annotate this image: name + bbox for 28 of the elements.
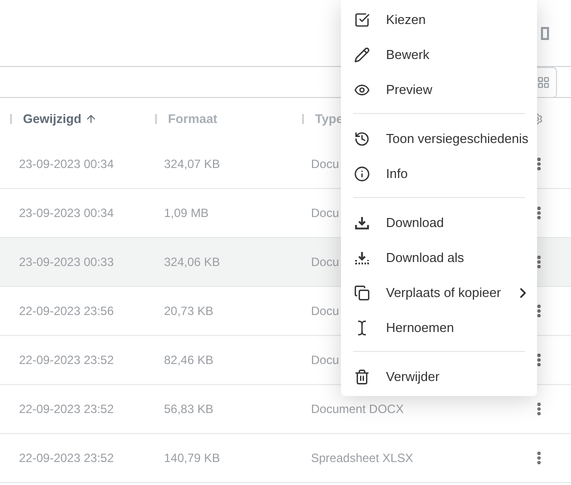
menu-item[interactable]: Bewerk <box>341 37 537 72</box>
table-cell: 56,83 KB <box>164 402 214 416</box>
menu-item[interactable]: Info <box>341 156 537 191</box>
table-cell: 23-09-2023 00:34 <box>19 206 114 220</box>
table-cell: 324,06 KB <box>164 255 220 269</box>
table-cell: Spreadsheet XLSX <box>311 451 414 465</box>
table-cell: 22-09-2023 23:52 <box>19 353 114 367</box>
table-cell: Document DOCX <box>311 402 404 416</box>
menu-item[interactable]: Kiezen <box>341 2 537 37</box>
table-cell: 324,07 KB <box>164 157 220 171</box>
table-cell: 23-09-2023 00:34 <box>19 157 114 171</box>
table-cell: 1,09 MB <box>164 206 209 220</box>
table-cell: 20,73 KB <box>164 304 214 318</box>
table-cell: 23-09-2023 00:33 <box>19 255 114 269</box>
table-cell: 22-09-2023 23:52 <box>19 451 114 465</box>
table-cell: Docu <box>311 206 340 220</box>
table-cell: 82,46 KB <box>164 353 214 367</box>
menu-item[interactable]: Download <box>341 205 537 240</box>
menu-item[interactable]: Preview <box>341 72 537 107</box>
table-cell: 22-09-2023 23:56 <box>19 304 114 318</box>
table-cell: Docu <box>311 157 340 171</box>
table-cell: Docu <box>311 255 340 269</box>
table-cell: Docu <box>311 304 340 318</box>
menu-item[interactable]: Download als <box>341 240 537 275</box>
table-cell: 22-09-2023 23:52 <box>19 402 114 416</box>
table-cell: Docu <box>311 353 340 367</box>
table-cell: 140,79 KB <box>164 451 220 465</box>
column-header[interactable]: Gewijzigd <box>23 112 82 126</box>
